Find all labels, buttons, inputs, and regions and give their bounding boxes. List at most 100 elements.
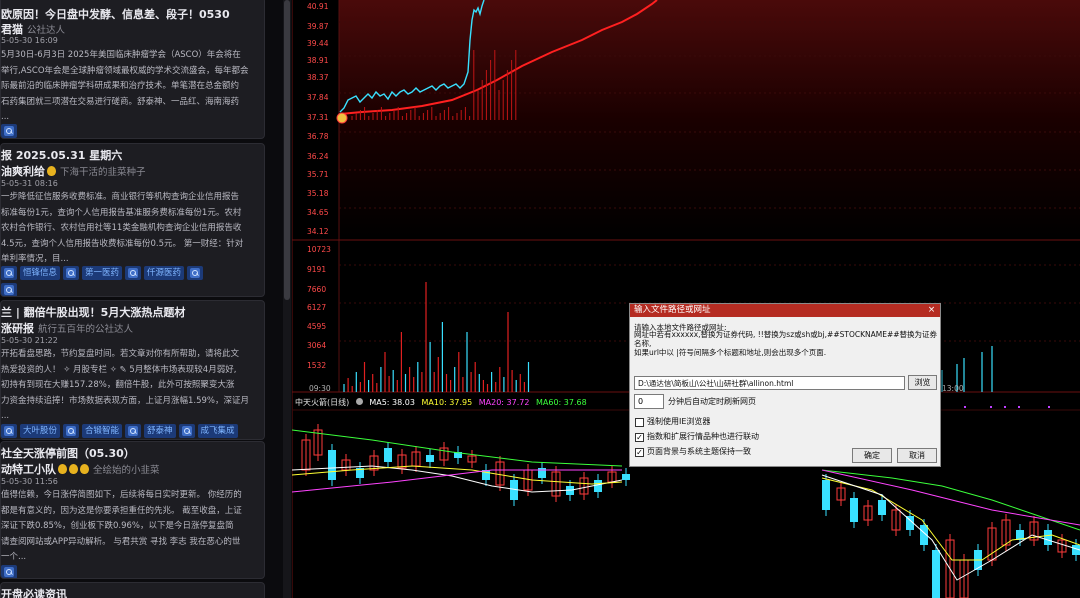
volume-axis-label: 9191 (307, 265, 327, 274)
search-tag-button[interactable] (1, 283, 17, 296)
stock-name: 中天火箭(日线) (295, 398, 350, 407)
news-body: 开拓看盘思路，节约复盘时间。若文章对你有所帮助，请将此文 热爱投资的人！ ✧ 月… (1, 349, 250, 421)
time-axis-start: 09:30 (309, 384, 331, 393)
news-date: 5-05-30 16:09 (1, 36, 58, 45)
volume-axis-label: 10723 (307, 245, 331, 254)
ok-button[interactable]: 确定 (852, 448, 892, 463)
news-card[interactable]: 报 2025.05.31 星期六 油爽利给 下海干活的韭菜种子 5-05-31 0… (0, 143, 265, 297)
ma5-value: MA5: 38.03 (369, 398, 415, 407)
search-tag-button[interactable] (1, 424, 17, 438)
news-title[interactable]: 兰 | 翻倍牛股出现！5月大涨热点题材 (1, 304, 185, 320)
stock-tag-button[interactable]: 舒泰神 (144, 424, 176, 438)
index-linkage-checkbox[interactable]: ✓ (635, 433, 644, 442)
search-icon (181, 426, 192, 436)
time-axis-mid: 13:00 (942, 384, 964, 393)
price-axis-label: 36.78 (307, 132, 329, 141)
candle-body (878, 500, 886, 515)
dialog-titlebar[interactable]: 输入文件路径或网址 × (630, 304, 940, 317)
ma10-value: MA10: 37.95 (421, 398, 473, 407)
signal-dot (964, 406, 966, 408)
chart-canvas[interactable] (292, 0, 1080, 598)
news-title[interactable]: 报 2025.05.31 星期六 (1, 147, 122, 163)
signal-dot (990, 406, 992, 408)
search-tag-button[interactable] (63, 424, 80, 438)
candle-body (426, 455, 434, 462)
candle-body (622, 474, 630, 480)
url-input-dialog[interactable]: 输入文件路径或网址 × 请输入本地文件路径或网址: 网址中若有xxxxxx,替换… (629, 303, 941, 467)
news-title[interactable]: 欧原因！今日盘中发酵、信息差、段子！0530 (1, 6, 230, 22)
ma5-line (821, 474, 1080, 581)
dialog-desc-3: 如果url中以 |符号间隔多个标题和地址,则会出现多个页面. (634, 348, 827, 357)
news-feed-panel: 欧原因！今日盘中发酵、信息差、段子！0530 君猫 公社达人 5-05-30 16… (0, 0, 292, 598)
news-author-source: 公社达人 (27, 25, 66, 36)
search-tag-button[interactable] (63, 266, 80, 280)
search-icon (4, 268, 14, 278)
news-author[interactable]: 油爽利给 下海干活的韭菜种子 (1, 163, 146, 179)
search-tag-button[interactable] (178, 424, 195, 438)
stock-tag-button[interactable]: 第一医药 (82, 266, 123, 280)
stock-tag-button[interactable]: 仟源医药 (144, 266, 185, 280)
refresh-minutes-input[interactable] (634, 394, 664, 409)
medal-icon (80, 464, 89, 474)
candle-body (1044, 530, 1052, 545)
theme-sync-label[interactable]: 页面背景与系统主题保持一致 (647, 447, 751, 457)
stock-tag-button[interactable]: 恒锋信息 (20, 266, 61, 280)
news-scrollbar[interactable] (283, 0, 291, 598)
search-icon (4, 285, 14, 295)
stock-tag-button[interactable] (1, 266, 17, 280)
candle-body (850, 498, 858, 522)
price-axis-label: 37.31 (307, 113, 329, 122)
news-author[interactable]: 动特工小队 全绘始的小韭菜 (1, 461, 160, 477)
search-icon (66, 268, 77, 278)
price-axis-label: 36.24 (307, 152, 329, 161)
stock-tag-button[interactable]: 成飞集成 (197, 424, 238, 438)
stock-tag-button[interactable]: 大叶股份 (20, 424, 61, 438)
search-icon (128, 268, 139, 278)
volume-axis-label: 3064 (307, 341, 327, 350)
search-tag-button[interactable] (1, 565, 17, 578)
news-author-source: 下海干活的韭菜种子 (60, 167, 146, 178)
price-axis-label: 38.37 (307, 73, 329, 82)
theme-sync-checkbox[interactable]: ✓ (635, 448, 644, 457)
candle-body (932, 550, 940, 598)
refresh-minutes-label: 分钟后自动定时刷新网页 (668, 397, 756, 406)
price-axis-label: 35.18 (307, 189, 329, 198)
price-axis-label: 37.84 (307, 93, 329, 102)
force-ie-checkbox[interactable] (635, 418, 644, 427)
scrollbar-thumb[interactable] (284, 0, 290, 300)
news-body: 值得信赖，今日涨停简图如下，后续将每日实时更新。 你经历的 都是有意义的，因为这… (1, 490, 242, 562)
price-axis-label: 38.91 (307, 56, 329, 65)
stock-chart-area[interactable]: 中天火箭(日线) MA5: 38.03 MA10: 37.95 MA20: 37… (292, 0, 1080, 598)
news-author-source: 航行五百年的公社达人 (38, 324, 134, 335)
volume-axis-label: 7660 (307, 285, 327, 294)
search-tag-button[interactable] (1, 124, 17, 138)
news-card[interactable]: 开盘必读资讯 (0, 582, 265, 598)
settings-dot-icon[interactable] (355, 398, 363, 405)
search-tag-button[interactable] (187, 266, 204, 280)
news-card[interactable]: 欧原因！今日盘中发酵、信息差、段子！0530 君猫 公社达人 5-05-30 16… (0, 0, 265, 139)
close-icon[interactable]: × (926, 304, 937, 316)
search-tag-button[interactable] (125, 266, 142, 280)
signal-dot (1048, 406, 1050, 408)
event-marker-icon (336, 112, 348, 124)
news-author[interactable]: 涨研报 航行五百年的公社达人 (1, 320, 133, 336)
url-path-input[interactable] (634, 376, 905, 390)
search-tag-button[interactable] (125, 424, 142, 438)
volume-axis-label: 4595 (307, 322, 327, 331)
news-author[interactable]: 君猫 公社达人 (1, 21, 65, 37)
dialog-desc-2: 网址中若有xxxxxx,替换为证券代码, !!替换为sz或sh或bj,##STO… (634, 330, 938, 348)
index-linkage-label[interactable]: 指数和扩展行情品种也进行联动 (647, 432, 759, 442)
news-card[interactable]: 兰 | 翻倍牛股出现！5月大涨热点题材 涨研报 航行五百年的公社达人 5-05-3… (0, 300, 265, 440)
news-title[interactable]: 开盘必读资讯 (1, 586, 67, 598)
stock-tag-button[interactable]: 合锻智能 (82, 424, 123, 438)
search-icon (4, 426, 14, 436)
price-axis-label: 39.87 (307, 22, 329, 31)
browse-button[interactable]: 浏览 (908, 375, 937, 390)
candle-body (384, 448, 392, 462)
news-title[interactable]: 社全天涨停前图（05.30） (1, 445, 135, 461)
news-body: 一步降低征信服务收费标准。商业银行等机构查询企业信用报告 标准每份1元，查询个人… (1, 192, 244, 264)
cancel-button[interactable]: 取消 (897, 448, 937, 463)
news-card[interactable]: 社全天涨停前图（05.30） 动特工小队 全绘始的小韭菜 5-05-30 11:5… (0, 441, 265, 579)
force-ie-label[interactable]: 强制使用IE浏览器 (647, 417, 710, 427)
search-icon (4, 126, 14, 136)
